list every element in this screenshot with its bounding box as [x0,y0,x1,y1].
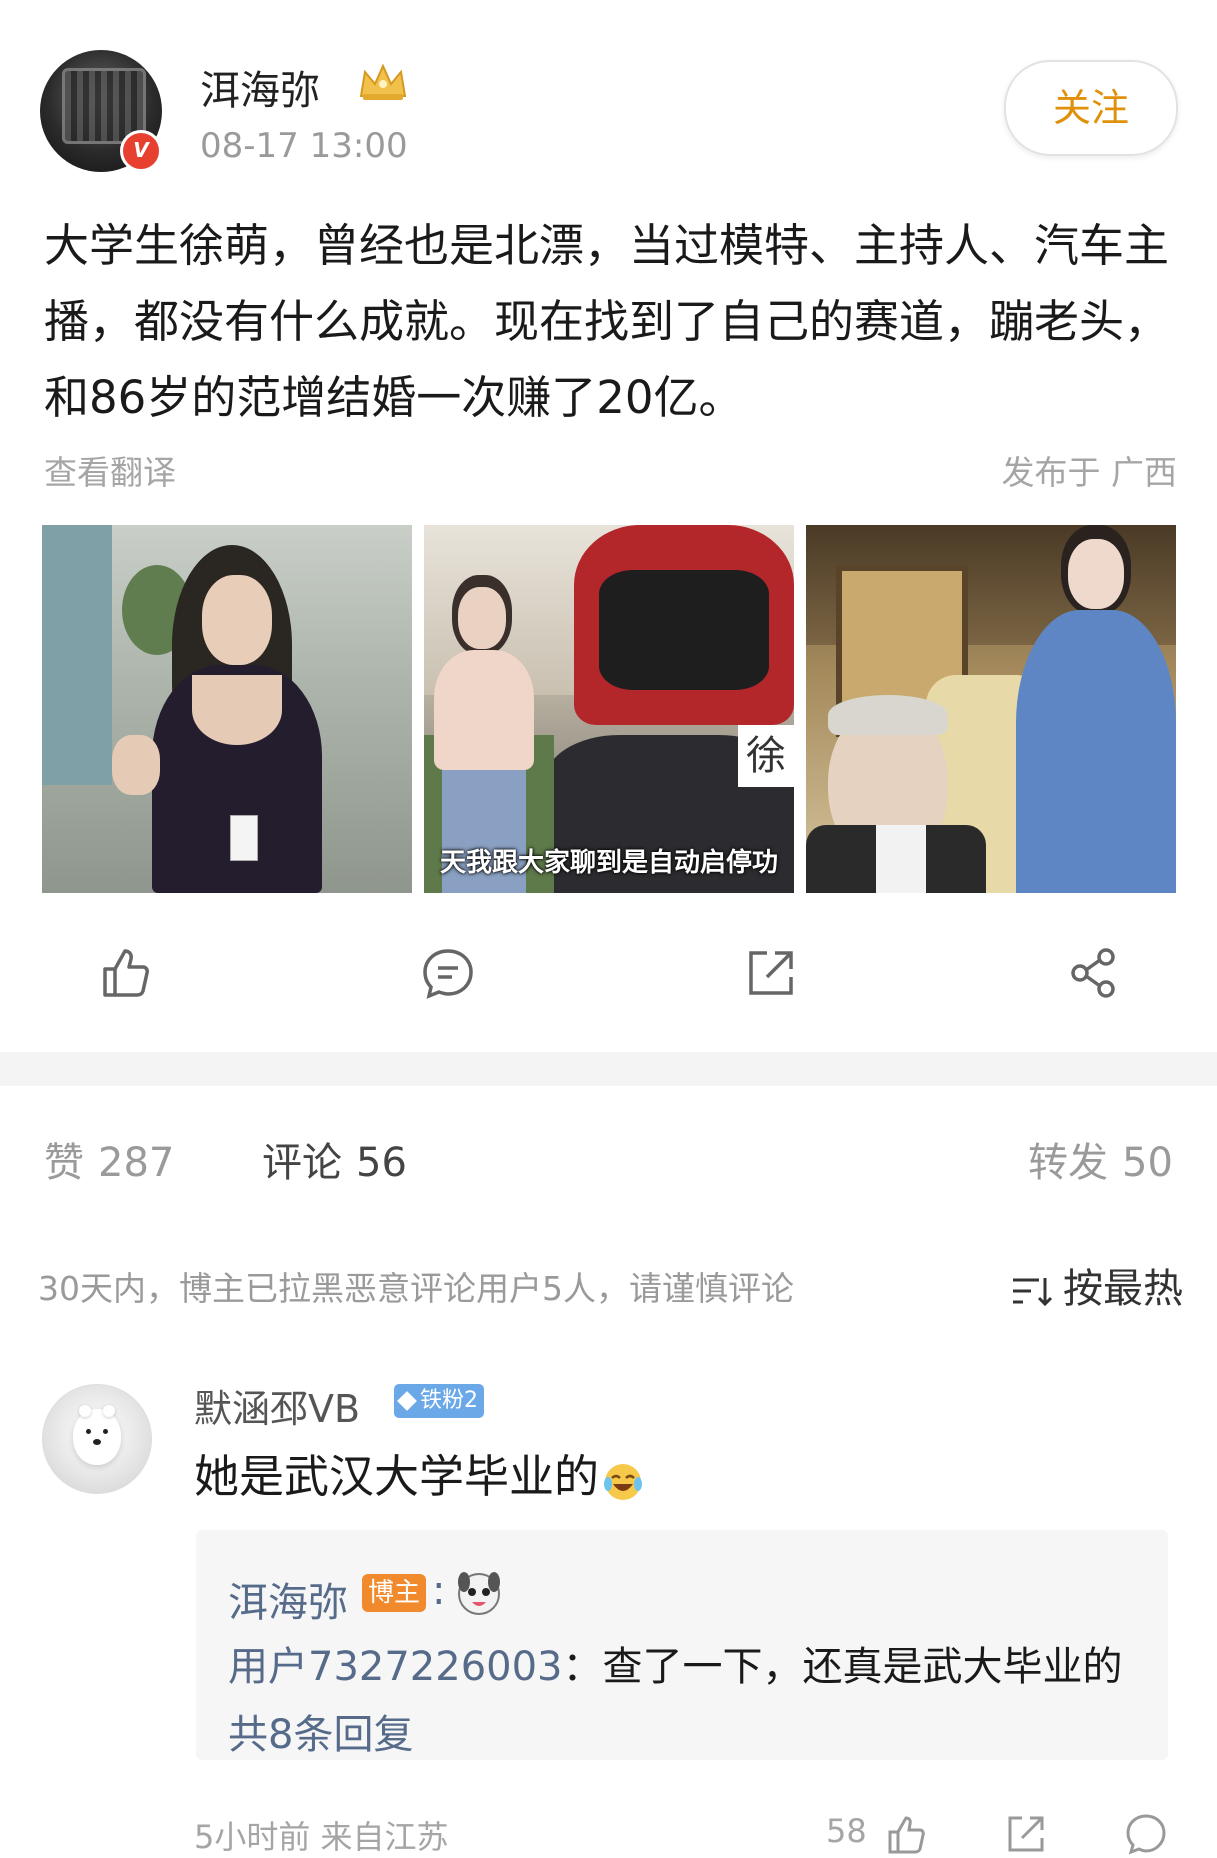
crown-icon [359,63,407,100]
comment-repost-icon[interactable] [1004,1812,1048,1856]
tab-comments[interactable]: 评论 56 [262,1130,407,1188]
fan-badge: 铁粉2 [394,1384,484,1418]
comment-icon[interactable] [420,945,476,1001]
comments-label: 评论 [262,1140,342,1186]
section-divider [0,1052,1217,1086]
image-caption: 天我跟大家聊到是自动启停功 [439,848,778,878]
like-icon[interactable] [97,945,153,1001]
tab-reposts[interactable]: 转发 50 [1028,1130,1173,1188]
post-image-3[interactable] [806,525,1176,893]
reply-mention[interactable]: 用户7327226003 [228,1644,563,1690]
reply-colon: : [432,1568,446,1614]
follow-button[interactable]: 关注 [1004,60,1178,156]
reposts-count: 50 [1122,1140,1173,1186]
post-location: 发布于 广西 [1001,453,1178,492]
comment-like-icon[interactable] [884,1812,928,1856]
comments-count: 56 [356,1140,407,1186]
post-text: 大学生徐萌，曾经也是北漂，当过模特、主持人、汽车主播，都没有什么成就。现在找到了… [44,219,1170,424]
post-timestamp: 08-17 13:00 [200,126,408,166]
repost-icon[interactable] [743,945,799,1001]
commenter-avatar[interactable] [42,1384,152,1494]
reposts-label: 转发 [1028,1140,1108,1186]
reply-count-link[interactable]: 共8条回复 [228,1702,413,1760]
comment-text: 她是武汉大学毕业的 [194,1440,647,1505]
author-name[interactable]: 洱海弥 [200,58,320,116]
comment-notice: 30天内，博主已拉黑恶意评论用户5人，请谨慎评论 [38,1269,794,1308]
commenter-name[interactable]: 默涵邳VB [194,1378,360,1433]
diamond-icon [397,1391,417,1411]
host-badge: 博主 [362,1574,427,1612]
sort-button[interactable]: 按最热 [1011,1256,1183,1314]
reply-text: ：查了一下，还真是武大毕业的 [562,1644,1123,1690]
comment-reply-icon[interactable] [1124,1812,1168,1856]
translate-link[interactable]: 查看翻译 [44,446,176,494]
image-tag: 徐 [738,725,794,787]
sort-label: 按最热 [1063,1266,1183,1312]
verified-badge: V [120,130,162,172]
reply-author[interactable]: 洱海弥 [228,1570,348,1628]
tab-likes[interactable]: 赞 287 [44,1130,174,1188]
comment-like-count: 58 [826,1812,867,1850]
sort-icon [1013,1278,1053,1307]
laugh-cry-emoji-icon [604,1464,643,1500]
comment-meta: 5小时前 来自江苏 [194,1818,449,1856]
dog-emoji-icon [458,1572,500,1615]
reply-line: 用户7327226003：查了一下，还真是武大毕业的 [228,1634,1123,1692]
share-icon[interactable] [1066,945,1122,1001]
post-image-2[interactable]: 徐 天我跟大家聊到是自动启停功 [424,525,794,893]
likes-label: 赞 [44,1140,84,1186]
likes-count: 287 [98,1140,175,1186]
post-image-1[interactable] [42,525,412,893]
